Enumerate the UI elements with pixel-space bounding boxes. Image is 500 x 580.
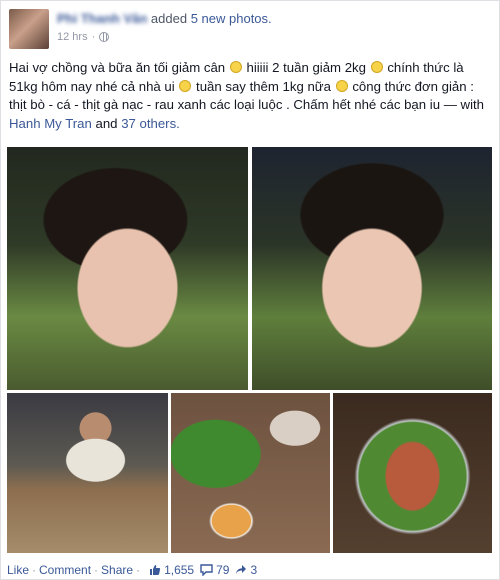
shares-count: 3 bbox=[250, 563, 258, 577]
meta-separator: · bbox=[91, 31, 96, 43]
post-actions-bar: Like · Comment · Share · 1,655 79 3 bbox=[7, 563, 257, 577]
thumbs-up-icon bbox=[150, 565, 161, 575]
comment-bubble-icon bbox=[200, 564, 213, 576]
smile-emoji-icon bbox=[370, 61, 383, 73]
share-arrow-icon bbox=[236, 565, 247, 574]
avatar[interactable] bbox=[9, 9, 49, 49]
comments-stat[interactable]: 79 bbox=[200, 563, 229, 577]
share-button[interactable]: Share bbox=[101, 563, 133, 577]
post-time[interactable]: 12 hrs bbox=[57, 31, 88, 43]
caption-text: Hai vợ chồng và bữa ăn tối giảm cân bbox=[9, 60, 226, 75]
post-meta: 12 hrs · bbox=[57, 31, 110, 43]
comments-count: 79 bbox=[216, 563, 230, 577]
globe-icon[interactable] bbox=[99, 32, 110, 42]
post-caption: Hai vợ chồng và bữa ăn tối giảm cân hiii… bbox=[9, 59, 493, 133]
author-name[interactable]: Phi Thanh Vân bbox=[57, 11, 147, 26]
photos-link[interactable]: 5 new photos. bbox=[191, 11, 272, 26]
photo-selfie-1[interactable] bbox=[7, 147, 248, 390]
smile-emoji-icon bbox=[179, 79, 192, 92]
likes-stat[interactable]: 1,655 bbox=[149, 563, 194, 577]
action-separator: · bbox=[32, 563, 37, 577]
action-separator: · bbox=[94, 563, 99, 577]
shares-stat[interactable]: 3 bbox=[235, 563, 257, 577]
caption-text: tuần say thêm 1kg nữa bbox=[196, 78, 331, 94]
action-separator: · bbox=[136, 563, 141, 577]
photo-steamed-fish[interactable] bbox=[333, 393, 492, 553]
photo-selfie-2[interactable] bbox=[252, 147, 492, 390]
likes-count: 1,655 bbox=[164, 563, 195, 577]
photo-dinner-table[interactable] bbox=[7, 393, 168, 553]
caption-text: and bbox=[95, 115, 118, 131]
feed-post: Phi Thanh Vân added 5 new photos. 12 hrs… bbox=[0, 0, 500, 580]
post-action-text: added bbox=[150, 11, 188, 26]
comment-button[interactable]: Comment bbox=[39, 563, 91, 577]
like-button[interactable]: Like bbox=[7, 563, 29, 577]
tagged-friend-link[interactable]: Hanh My Tran bbox=[9, 116, 92, 131]
tagged-others-link[interactable]: 37 others. bbox=[121, 116, 180, 131]
smile-emoji-icon bbox=[229, 61, 242, 73]
smile-emoji-icon bbox=[335, 79, 348, 92]
post-header: Phi Thanh Vân added 5 new photos. bbox=[57, 11, 272, 26]
photo-vegetables-sauce[interactable] bbox=[171, 393, 330, 553]
caption-text: hiiiii 2 tuần giảm 2kg bbox=[246, 60, 366, 75]
